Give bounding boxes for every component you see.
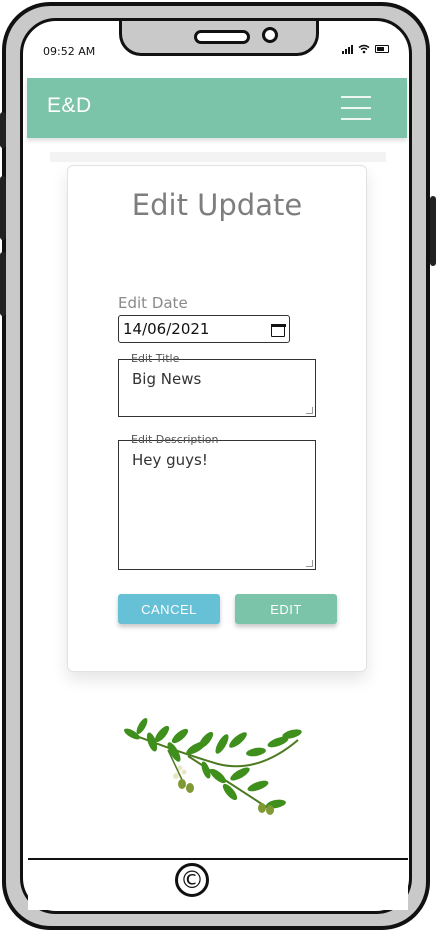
edit-update-card: Edit Update Edit Date 14/06/2021 Edit Ti…	[67, 165, 367, 672]
copyright-icon: ©	[175, 863, 209, 897]
phone-side-button	[0, 252, 6, 316]
edit-date-label: Edit Date	[118, 294, 188, 312]
olive-branch-illustration	[124, 718, 302, 815]
edit-description-value: Hey guys!	[132, 451, 208, 469]
page-title: Edit Update	[131, 188, 303, 222]
edit-description-legend: Edit Description	[131, 433, 219, 446]
camera-icon	[262, 27, 278, 43]
calendar-icon[interactable]	[271, 322, 286, 337]
edit-button[interactable]: EDIT	[235, 594, 337, 624]
phone-side-button	[430, 196, 436, 266]
signal-icon	[342, 44, 353, 54]
brand-logo[interactable]: E&D	[47, 94, 92, 118]
speaker-icon	[194, 30, 250, 44]
edit-title-value: Big News	[132, 370, 202, 388]
app-bar: E&D	[27, 78, 407, 138]
cancel-button[interactable]: CANCEL	[118, 594, 220, 624]
battery-icon	[375, 45, 389, 53]
hamburger-menu-icon[interactable]	[341, 96, 371, 120]
wifi-icon	[358, 44, 370, 54]
phone-notch	[119, 21, 319, 56]
edit-date-value: 14/06/2021	[123, 320, 210, 338]
content-header-strip	[50, 152, 386, 162]
status-icons	[342, 44, 389, 54]
footer: ©	[28, 860, 408, 910]
edit-title-legend: Edit Title	[131, 352, 180, 365]
resize-handle-icon[interactable]	[306, 407, 313, 414]
phone-side-button	[0, 112, 6, 148]
resize-handle-icon[interactable]	[306, 560, 313, 567]
status-time: 09:52 AM	[43, 45, 96, 58]
edit-date-input[interactable]: 14/06/2021	[118, 315, 290, 343]
edit-description-field[interactable]: Edit Description Hey guys!	[118, 433, 316, 570]
phone-side-button	[0, 176, 6, 240]
edit-title-field[interactable]: Edit Title Big News	[118, 352, 316, 417]
